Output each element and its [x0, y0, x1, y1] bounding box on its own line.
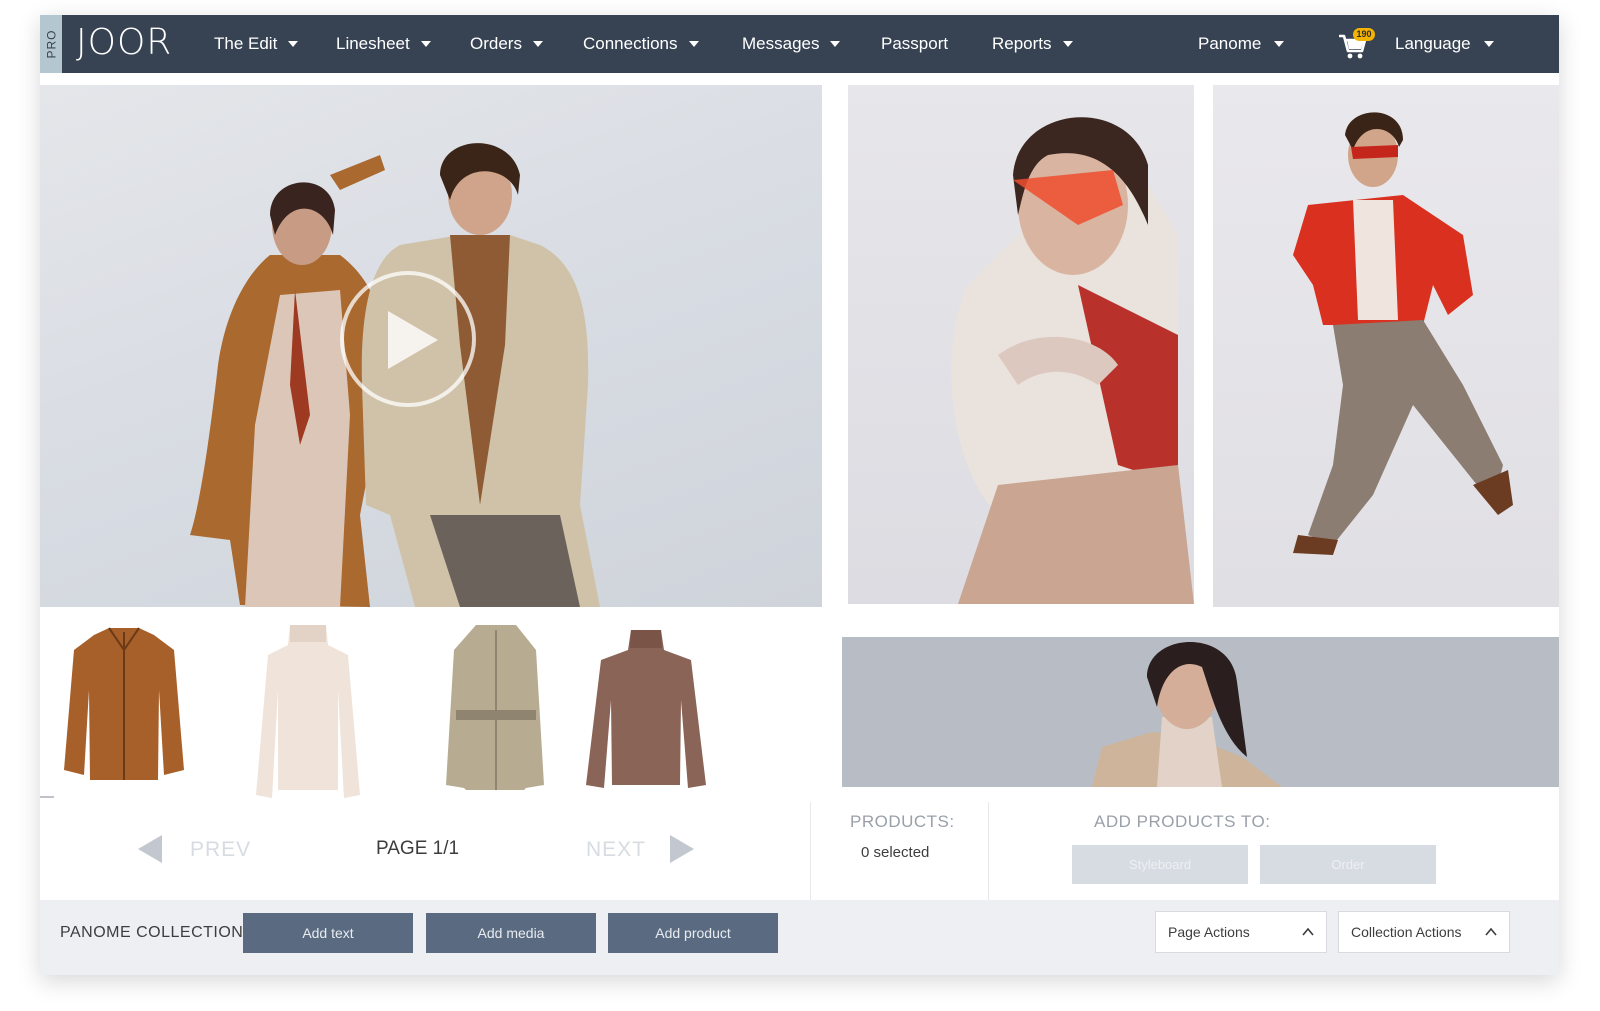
thumbnail-knit-sweater[interactable]: [576, 620, 716, 810]
page-actions-dropdown[interactable]: Page Actions: [1155, 911, 1327, 953]
nav-item-label: Orders: [470, 34, 522, 53]
woman-banner-photo: [1092, 642, 1282, 787]
page-indicator: PAGE 1/1: [376, 838, 460, 859]
nav-item-connections[interactable]: Connections: [583, 15, 699, 73]
products-label: PRODUCTS:: [850, 812, 955, 831]
top-nav: PRO JOOR The Edit Linesheet Orders Conne…: [40, 15, 1559, 73]
nav-account-panome[interactable]: Panome: [1198, 15, 1285, 73]
add-text-button[interactable]: Add text: [243, 913, 413, 953]
selected-count: 0 selected: [861, 844, 930, 861]
pro-badge: PRO: [40, 15, 62, 73]
caret-down-icon: [688, 41, 699, 47]
play-icon: [388, 311, 438, 369]
thumbnail-turtleneck-top[interactable]: [238, 620, 378, 810]
nav-item-the-edit[interactable]: The Edit: [214, 15, 299, 73]
nav-item-label: Linesheet: [336, 34, 410, 53]
pagination: PREV PAGE 1/1 NEXT: [40, 800, 810, 900]
chevron-up-icon: [1485, 927, 1497, 936]
app-window: PRO JOOR The Edit Linesheet Orders Conne…: [40, 15, 1559, 975]
account-label: Panome: [1198, 34, 1262, 53]
nav-item-label: Passport: [881, 34, 949, 53]
woman-photo: [951, 117, 1194, 604]
caret-down-icon: [288, 41, 299, 47]
nav-item-label: The Edit: [214, 34, 278, 53]
add-products-to-label: ADD PRODUCTS TO:: [1094, 812, 1271, 831]
caret-down-icon: [830, 41, 841, 47]
play-button[interactable]: [340, 271, 476, 407]
collection-actions-dropdown[interactable]: Collection Actions: [1338, 911, 1510, 953]
banner-photo[interactable]: [842, 637, 1559, 787]
nav-item-reports[interactable]: Reports: [992, 15, 1073, 73]
collection-title: PANOME COLLECTION: [60, 924, 244, 941]
caret-down-icon: [1483, 41, 1494, 47]
hero-video[interactable]: [40, 85, 822, 607]
next-arrow-icon[interactable]: [668, 833, 696, 865]
thumbnail-leather-jacket[interactable]: [54, 620, 194, 810]
caret-down-icon: [1274, 41, 1285, 47]
photo-man-red-jacket[interactable]: [1213, 85, 1559, 607]
divider: [988, 802, 989, 900]
add-to-order-button[interactable]: Order: [1260, 845, 1436, 884]
nav-item-label: Reports: [992, 34, 1052, 53]
collection-actions-label: Collection Actions: [1351, 924, 1462, 940]
divider: [810, 802, 811, 900]
man-photo: [1293, 112, 1513, 555]
pro-badge-label: PRO: [44, 29, 59, 59]
nav-item-orders[interactable]: Orders: [470, 15, 543, 73]
nav-language[interactable]: Language: [1395, 15, 1494, 73]
prev-button[interactable]: PREV: [190, 838, 251, 862]
nav-item-label: Messages: [742, 34, 820, 53]
divider: [40, 796, 54, 798]
nav-item-linesheet[interactable]: Linesheet: [336, 15, 431, 73]
next-button[interactable]: NEXT: [586, 838, 646, 862]
nav-item-passport[interactable]: Passport: [881, 15, 948, 73]
joor-logo[interactable]: JOOR: [76, 23, 172, 63]
caret-down-icon: [532, 41, 543, 47]
thumbnail-trench-coat[interactable]: [426, 620, 566, 810]
prev-arrow-icon[interactable]: [136, 833, 164, 865]
photo-woman-red-glasses[interactable]: [848, 85, 1194, 604]
add-to-styleboard-button[interactable]: Styleboard: [1072, 845, 1248, 884]
caret-down-icon: [1062, 41, 1073, 47]
page-actions-label: Page Actions: [1168, 924, 1250, 940]
cart-count-badge: 190: [1353, 28, 1375, 41]
chevron-up-icon: [1302, 927, 1314, 936]
add-product-button[interactable]: Add product: [608, 913, 778, 953]
add-media-button[interactable]: Add media: [426, 913, 596, 953]
language-label: Language: [1395, 34, 1471, 53]
nav-item-messages[interactable]: Messages: [742, 15, 841, 73]
caret-down-icon: [420, 41, 431, 47]
nav-item-label: Connections: [583, 34, 678, 53]
bottom-toolbar: PANOME COLLECTION Add text Add media Add…: [40, 900, 1559, 975]
